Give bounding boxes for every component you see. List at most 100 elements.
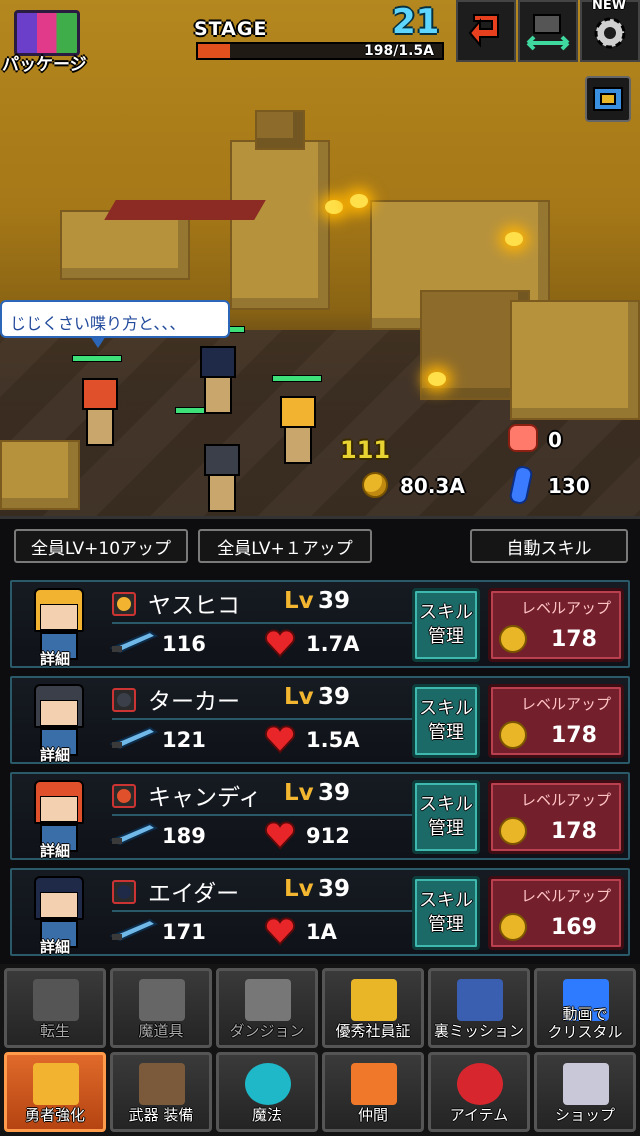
row-divider [112,622,412,624]
hero-attack: 189 [162,824,206,848]
level-up-button[interactable]: レベルアップ 178 [488,684,624,758]
nav-employee-badge[interactable]: 優秀社員証 [322,968,424,1048]
level-up-button[interactable]: レベルアップ 178 [488,588,624,662]
meat-count: 0 [548,428,562,452]
level-up-button[interactable]: レベルアップ 169 [488,876,624,950]
hero-hp: 912 [306,824,350,848]
skill-label-1: スキル [419,602,473,623]
skill-manage-button[interactable]: スキル 管理 [412,780,480,854]
skill-manage-button[interactable]: スキル 管理 [412,876,480,950]
ruin-left-crate [0,440,80,510]
row-divider [112,910,412,912]
hero-mini-icon [112,592,136,616]
ruin-tower-top [255,110,305,150]
all-lv1-button[interactable]: 全員LV+１アップ [198,529,372,563]
chest-icon [563,1063,609,1105]
stage-label: STAGE [194,18,268,40]
nav-hero-upgrade[interactable]: 勇者強化 [4,1052,106,1132]
hero-level: 39 [318,780,351,806]
detail-label: 詳細 [40,938,71,956]
torch [428,372,446,386]
skill-label-2: 管理 [428,722,464,743]
torch [325,200,343,214]
heart-icon [264,821,296,850]
row-divider [112,718,412,720]
hero-hp-bar [72,355,122,362]
nav-weapons[interactable]: 武器 装備 [110,1052,212,1132]
nav-companions[interactable]: 仲間 [322,1052,424,1132]
hero-portrait[interactable]: 詳細 [28,872,90,956]
nav-magic-tools[interactable]: 魔道具 [110,968,212,1048]
hero-level: 39 [318,588,351,614]
coin-icon [499,817,527,845]
nav-items[interactable]: アイテム [428,1052,530,1132]
level-up-label: レベルアップ [521,599,612,617]
level-up-cost: 169 [551,915,597,940]
nav-dungeon[interactable]: ダンジョン [216,968,318,1048]
hero-candy-sprite[interactable] [78,378,122,448]
hero-ada-sprite[interactable] [196,346,240,416]
hero-name: ターカー [148,689,240,715]
hero-name: キャンディ [148,785,262,811]
lv-label: Lv [284,876,314,902]
silhouette-icon [33,979,79,1021]
hero-level: 39 [318,684,351,710]
weapon-rack-icon [139,1063,185,1105]
lv-label: Lv [284,588,314,614]
skill-label-1: スキル [419,698,473,719]
torch [350,194,368,208]
sword-icon [110,918,159,942]
detail-label: 詳細 [40,746,71,764]
hero-hp: 1.5A [306,728,360,752]
hero-face [40,796,78,822]
badge-icon [351,979,397,1021]
level-up-button[interactable]: レベルアップ 178 [488,780,624,854]
new-badge: NEW [592,0,627,13]
nav-magic[interactable]: 魔法 [216,1052,318,1132]
nav-secret-mission[interactable]: 裏ミッション [428,968,530,1048]
coin-icon [362,472,388,498]
hero-yasuhiko-sprite[interactable] [276,396,320,466]
hero-portrait[interactable]: 詳細 [28,680,90,764]
return-arrow-icon [468,14,499,48]
ruin-right [510,300,640,420]
hero-portrait[interactable]: 詳細 [28,776,90,860]
mine-cart-button[interactable] [518,0,578,62]
level-up-cost: 178 [551,723,597,748]
return-button[interactable] [456,0,516,62]
skill-manage-button[interactable]: スキル 管理 [412,588,480,662]
shield-icon [457,979,503,1021]
potion-icon [457,1063,503,1105]
sword-icon [110,822,159,846]
top-bar: パッケージ STAGE 21 198/1.5A NEW [0,0,640,75]
heart-icon [264,917,296,946]
nav-video-crystal[interactable]: 動画で クリスタル [534,968,636,1048]
lv-label: Lv [284,780,314,806]
hero-portrait[interactable]: 詳細 [28,584,90,668]
nav-rebirth[interactable]: 転生 [4,968,106,1048]
package-label: パッケージ [2,55,87,75]
skill-label-2: 管理 [428,818,464,839]
sword-icon [110,726,159,750]
treasure-map-button[interactable] [585,76,631,122]
all-lv10-button[interactable]: 全員LV+10アップ [14,529,188,563]
hero-row: 詳細 ターカー Lv 39 121 1.5A スキル 管理 レベルアップ 178 [10,676,630,764]
hero-row: 詳細 ヤスヒコ Lv 39 116 1.7A スキル 管理 レベルアップ 178 [10,580,630,668]
coin-icon [499,625,527,653]
hero-taka-sprite[interactable] [200,444,244,514]
skill-manage-button[interactable]: スキル 管理 [412,684,480,758]
hero-name: エイダー [148,881,240,907]
torch [505,232,523,246]
hero-attack: 171 [162,920,206,944]
auto-skill-button[interactable]: 自動スキル [470,529,628,563]
ruin-tower [230,140,330,310]
hero-level: 39 [318,876,351,902]
package-button[interactable]: パッケージ [0,0,96,75]
hero-hp: 1A [306,920,337,944]
nav-shop[interactable]: ショップ [534,1052,636,1132]
skill-label-2: 管理 [428,626,464,647]
hero-mini-icon [112,880,136,904]
red-carpet [104,200,266,220]
skill-label-1: スキル [419,794,473,815]
hero-row: 詳細 キャンディ Lv 39 189 912 スキル 管理 レベルアップ 178 [10,772,630,860]
